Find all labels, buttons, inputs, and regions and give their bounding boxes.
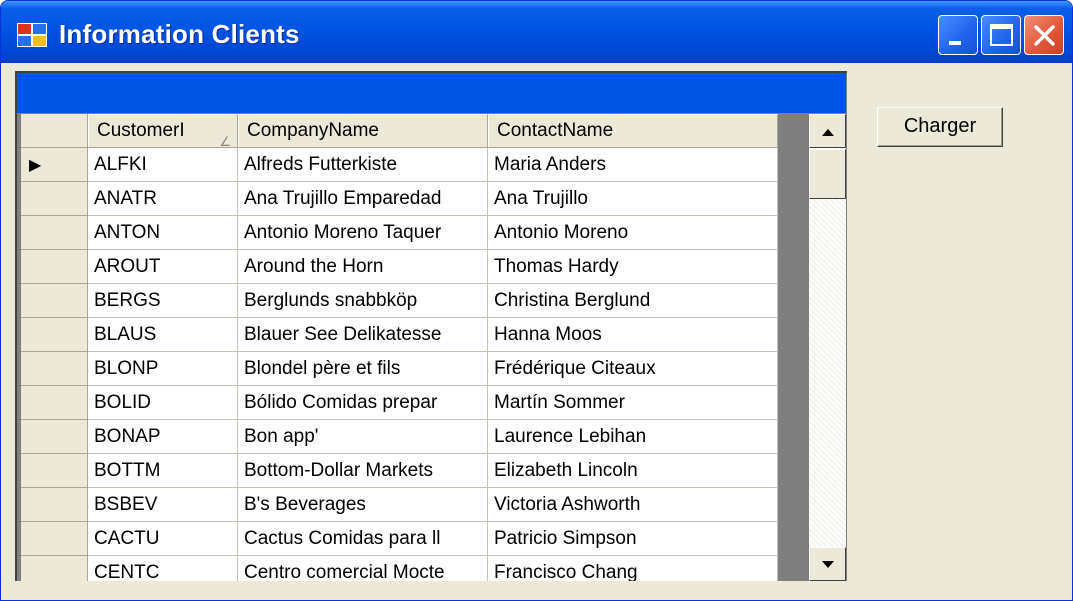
row-header[interactable] bbox=[21, 522, 88, 556]
corner-header bbox=[21, 114, 88, 148]
table-cell[interactable]: Cactus Comidas para ll bbox=[238, 522, 488, 556]
table-cell[interactable]: Berglunds snabbköp bbox=[238, 284, 488, 318]
row-header[interactable] bbox=[21, 386, 88, 420]
column-header-companyname[interactable]: CompanyName bbox=[238, 114, 488, 148]
table-cell[interactable]: Thomas Hardy bbox=[488, 250, 778, 284]
table-cell[interactable]: Centro comercial Mocte bbox=[238, 556, 488, 581]
table-cell[interactable]: Frédérique Citeaux bbox=[488, 352, 778, 386]
table-cell[interactable]: ALFKI bbox=[88, 148, 238, 182]
close-icon bbox=[1034, 25, 1055, 46]
table-cell[interactable]: Ana Trujillo bbox=[488, 182, 778, 216]
table-cell[interactable]: Bottom-Dollar Markets bbox=[238, 454, 488, 488]
table-cell[interactable]: Christina Berglund bbox=[488, 284, 778, 318]
table-cell[interactable]: Antonio Moreno Taquer bbox=[238, 216, 488, 250]
table-cell[interactable]: Martín Sommer bbox=[488, 386, 778, 420]
row-header[interactable] bbox=[21, 454, 88, 488]
row-header[interactable] bbox=[21, 182, 88, 216]
column-header-contactname[interactable]: ContactName bbox=[488, 114, 778, 148]
column-header-label: CustomerI bbox=[97, 120, 185, 141]
title-bar[interactable]: Information Clients bbox=[1, 1, 1072, 63]
table-cell[interactable]: Bólido Comidas prepar bbox=[238, 386, 488, 420]
table-cell[interactable]: Patricio Simpson bbox=[488, 522, 778, 556]
table-cell[interactable]: BERGS bbox=[88, 284, 238, 318]
minimize-button[interactable] bbox=[938, 15, 978, 55]
row-header[interactable] bbox=[21, 216, 88, 250]
table-cell[interactable]: Bon app' bbox=[238, 420, 488, 454]
table-cell[interactable]: B's Beverages bbox=[238, 488, 488, 522]
table-cell[interactable]: Hanna Moos bbox=[488, 318, 778, 352]
table-cell[interactable]: Francisco Chang bbox=[488, 556, 778, 581]
table-cell[interactable]: CACTU bbox=[88, 522, 238, 556]
row-header[interactable] bbox=[21, 420, 88, 454]
main-window: Information Clients CustomerI ∠ CompanyN… bbox=[0, 0, 1073, 601]
table-cell[interactable]: Ana Trujillo Emparedad bbox=[238, 182, 488, 216]
table-cell[interactable]: Elizabeth Lincoln bbox=[488, 454, 778, 488]
table-cell[interactable]: Around the Horn bbox=[238, 250, 488, 284]
table-cell[interactable]: BLAUS bbox=[88, 318, 238, 352]
minimize-icon bbox=[949, 41, 961, 45]
row-header[interactable] bbox=[21, 556, 88, 581]
column-header-label: ContactName bbox=[497, 120, 614, 141]
scroll-up-button[interactable] bbox=[809, 114, 846, 148]
maximize-button[interactable] bbox=[981, 15, 1021, 55]
table-cell[interactable]: BSBEV bbox=[88, 488, 238, 522]
maximize-icon bbox=[990, 24, 1013, 46]
table-cell[interactable]: Blauer See Delikatesse bbox=[238, 318, 488, 352]
row-header[interactable] bbox=[21, 318, 88, 352]
current-row-indicator-icon: ▶ bbox=[29, 157, 42, 174]
scroll-down-button[interactable] bbox=[809, 547, 846, 581]
datagrid-caption-bar bbox=[17, 73, 846, 113]
table-cell[interactable]: BLONP bbox=[88, 352, 238, 386]
row-header[interactable] bbox=[21, 250, 88, 284]
table-cell[interactable]: BOLID bbox=[88, 386, 238, 420]
table-cell[interactable]: Blondel père et fils bbox=[238, 352, 488, 386]
table-cell[interactable]: Maria Anders bbox=[488, 148, 778, 182]
table-cell[interactable]: ANTON bbox=[88, 216, 238, 250]
table-cell[interactable]: Alfreds Futterkiste bbox=[238, 148, 488, 182]
row-header[interactable] bbox=[21, 284, 88, 318]
row-header[interactable] bbox=[21, 488, 88, 522]
row-header[interactable] bbox=[21, 352, 88, 386]
table-cell[interactable]: AROUT bbox=[88, 250, 238, 284]
column-header-customerid[interactable]: CustomerI ∠ bbox=[88, 114, 238, 149]
table-cell[interactable]: Antonio Moreno bbox=[488, 216, 778, 250]
close-button[interactable] bbox=[1024, 15, 1064, 55]
load-button[interactable]: Charger bbox=[877, 107, 1003, 147]
table-cell[interactable]: BOTTM bbox=[88, 454, 238, 488]
table-cell[interactable]: Victoria Ashworth bbox=[488, 488, 778, 522]
customers-datagrid[interactable]: CustomerI ∠ CompanyName ContactName ▶ ALF… bbox=[21, 114, 778, 581]
scroll-thumb[interactable] bbox=[809, 149, 846, 199]
table-cell[interactable]: CENTC bbox=[88, 556, 238, 581]
table-cell[interactable]: Laurence Lebihan bbox=[488, 420, 778, 454]
datagrid-empty-area bbox=[778, 114, 809, 581]
column-header-label: CompanyName bbox=[247, 120, 379, 141]
vertical-scrollbar[interactable] bbox=[809, 114, 846, 581]
table-cell[interactable]: ANATR bbox=[88, 182, 238, 216]
window-title: Information Clients bbox=[59, 19, 300, 49]
table-cell[interactable]: BONAP bbox=[88, 420, 238, 454]
arrow-up-icon bbox=[822, 129, 834, 136]
arrow-down-icon bbox=[822, 561, 834, 568]
app-icon bbox=[17, 23, 47, 47]
row-header[interactable]: ▶ bbox=[21, 148, 88, 182]
